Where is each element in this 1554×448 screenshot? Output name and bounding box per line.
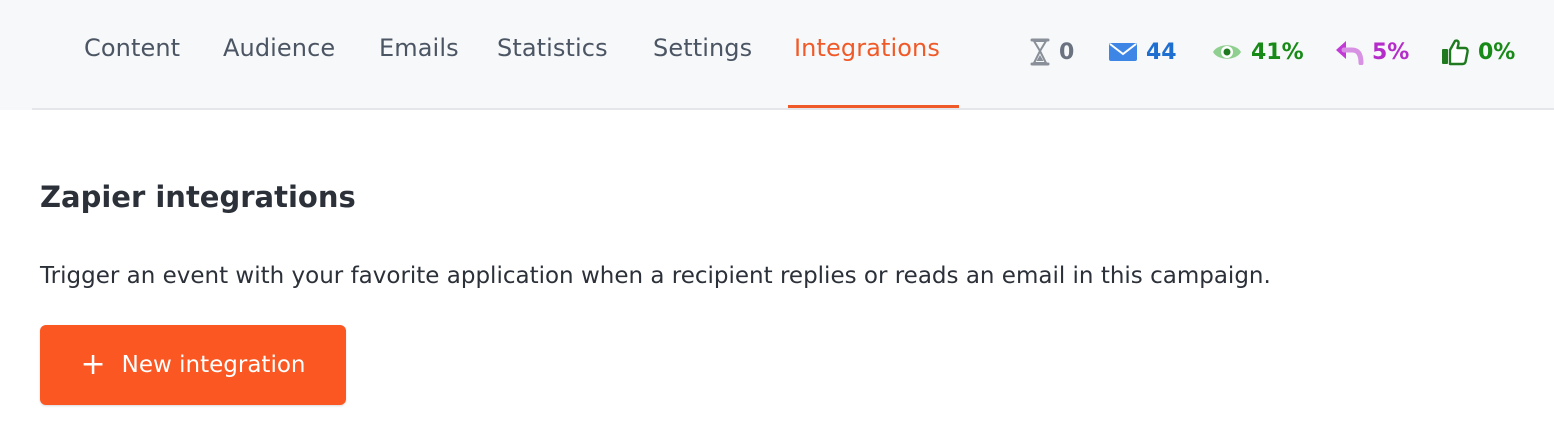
- stat-interested-value: 0%: [1478, 39, 1516, 65]
- top-navigation-bar: Content Audience Emails Statistics Setti…: [0, 0, 1554, 110]
- new-integration-label: New integration: [121, 352, 306, 378]
- stat-replied-value: 5%: [1372, 39, 1410, 65]
- page-title: Zapier integrations: [40, 180, 356, 214]
- stat-replied: 5%: [1334, 36, 1409, 68]
- reply-icon: [1336, 41, 1364, 65]
- tab-emails[interactable]: Emails: [379, 34, 459, 62]
- eye-icon: [1213, 45, 1241, 59]
- tab-audience[interactable]: Audience: [223, 34, 335, 62]
- hourglass-icon: [1030, 38, 1050, 66]
- stat-sent: 44: [1108, 36, 1177, 68]
- divider: [32, 108, 1554, 110]
- thumbs-up-icon: [1442, 39, 1469, 66]
- stat-opened-value: 41%: [1251, 39, 1304, 65]
- new-integration-button[interactable]: + New integration: [40, 325, 346, 405]
- stat-opened: 41%: [1211, 36, 1304, 68]
- stat-pending: 0: [1029, 36, 1074, 68]
- stat-pending-value: 0: [1059, 39, 1075, 65]
- section-description: Trigger an event with your favorite appl…: [40, 263, 1271, 289]
- tab-integrations[interactable]: Integrations: [794, 34, 940, 62]
- envelope-icon: [1109, 43, 1137, 61]
- stat-sent-value: 44: [1146, 39, 1177, 65]
- tab-settings[interactable]: Settings: [653, 34, 752, 62]
- plus-icon: +: [80, 347, 106, 382]
- tab-content[interactable]: Content: [84, 34, 180, 62]
- tab-statistics[interactable]: Statistics: [497, 34, 608, 62]
- stat-interested: 0%: [1440, 36, 1515, 68]
